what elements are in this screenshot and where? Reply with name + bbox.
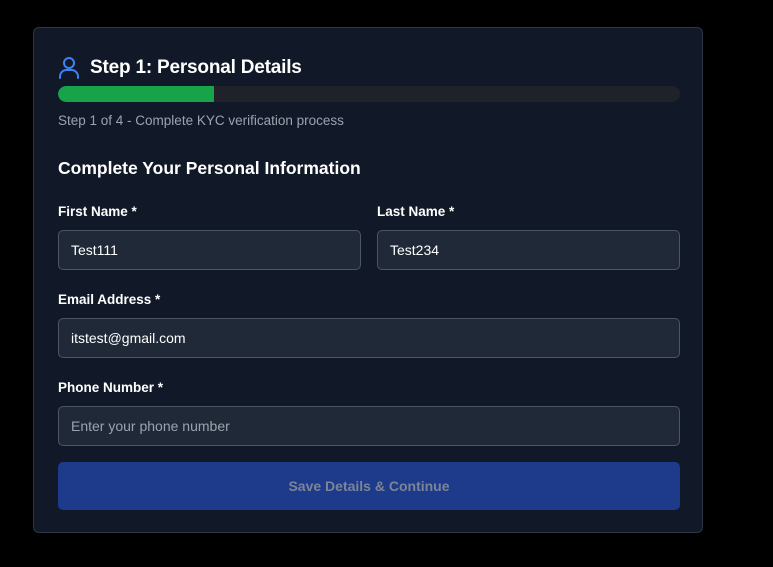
phone-number-field[interactable]	[58, 406, 680, 446]
save-details-continue-button[interactable]: Save Details & Continue	[58, 462, 680, 510]
last-name-label: Last Name *	[377, 204, 455, 219]
page-title: Step 1: Personal Details	[90, 57, 302, 78]
first-name-field[interactable]	[58, 230, 361, 270]
step-status-text: Step 1 of 4 - Complete KYC verification …	[58, 113, 344, 128]
first-name-label: First Name *	[58, 204, 137, 219]
email-field[interactable]	[58, 318, 680, 358]
progress-bar	[58, 86, 680, 102]
progress-bar-fill	[58, 86, 214, 102]
email-label: Email Address *	[58, 292, 161, 307]
last-name-field[interactable]	[377, 230, 680, 270]
card-header: Step 1: Personal Details	[58, 55, 302, 81]
phone-label: Phone Number *	[58, 380, 164, 395]
personal-details-card: Step 1: Personal Details Step 1 of 4 - C…	[33, 27, 703, 533]
user-icon	[58, 56, 80, 80]
section-title: Complete Your Personal Information	[58, 158, 361, 178]
